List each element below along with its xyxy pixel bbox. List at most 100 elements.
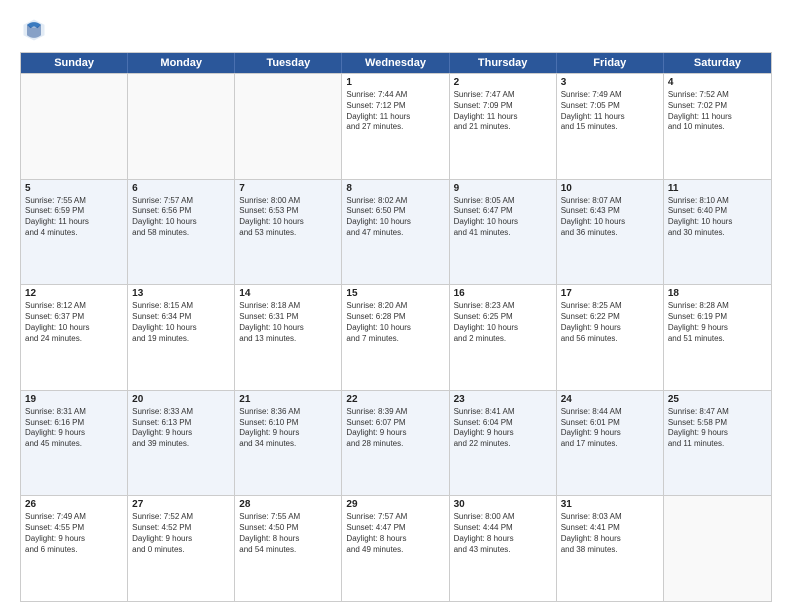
cell-info-text: Sunrise: 7:52 AM Sunset: 7:02 PM Dayligh… <box>668 90 767 133</box>
cell-info-text: Sunrise: 8:33 AM Sunset: 6:13 PM Dayligh… <box>132 407 230 450</box>
cell-date-number: 10 <box>561 183 659 194</box>
cell-info-text: Sunrise: 7:57 AM Sunset: 6:56 PM Dayligh… <box>132 196 230 239</box>
header-day-friday: Friday <box>557 53 664 73</box>
cell-date-number: 23 <box>454 394 552 405</box>
cell-date-number: 15 <box>346 288 444 299</box>
cell-date-number: 19 <box>25 394 123 405</box>
day-cell-23: 23 Sunrise: 8:41 AM Sunset: 6:04 PM Dayli… <box>450 391 557 496</box>
cell-info-text: Sunrise: 8:28 AM Sunset: 6:19 PM Dayligh… <box>668 301 767 344</box>
day-cell-26: 26 Sunrise: 7:49 AM Sunset: 4:55 PM Dayli… <box>21 496 128 601</box>
day-cell-14: 14 Sunrise: 8:18 AM Sunset: 6:31 PM Dayli… <box>235 285 342 390</box>
cell-date-number: 12 <box>25 288 123 299</box>
cell-date-number: 5 <box>25 183 123 194</box>
header <box>20 16 772 44</box>
cell-info-text: Sunrise: 8:07 AM Sunset: 6:43 PM Dayligh… <box>561 196 659 239</box>
day-cell-20: 20 Sunrise: 8:33 AM Sunset: 6:13 PM Dayli… <box>128 391 235 496</box>
day-cell-18: 18 Sunrise: 8:28 AM Sunset: 6:19 PM Dayli… <box>664 285 771 390</box>
day-cell-empty <box>128 74 235 179</box>
cell-info-text: Sunrise: 8:47 AM Sunset: 5:58 PM Dayligh… <box>668 407 767 450</box>
cell-info-text: Sunrise: 8:31 AM Sunset: 6:16 PM Dayligh… <box>25 407 123 450</box>
header-day-saturday: Saturday <box>664 53 771 73</box>
cell-date-number: 11 <box>668 183 767 194</box>
header-day-thursday: Thursday <box>450 53 557 73</box>
day-cell-28: 28 Sunrise: 7:55 AM Sunset: 4:50 PM Dayli… <box>235 496 342 601</box>
cell-date-number: 14 <box>239 288 337 299</box>
day-cell-6: 6 Sunrise: 7:57 AM Sunset: 6:56 PM Daylig… <box>128 180 235 285</box>
cell-date-number: 24 <box>561 394 659 405</box>
day-cell-7: 7 Sunrise: 8:00 AM Sunset: 6:53 PM Daylig… <box>235 180 342 285</box>
cell-info-text: Sunrise: 8:00 AM Sunset: 4:44 PM Dayligh… <box>454 512 552 555</box>
calendar: SundayMondayTuesdayWednesdayThursdayFrid… <box>20 52 772 602</box>
calendar-header: SundayMondayTuesdayWednesdayThursdayFrid… <box>21 53 771 73</box>
cell-info-text: Sunrise: 7:57 AM Sunset: 4:47 PM Dayligh… <box>346 512 444 555</box>
header-day-sunday: Sunday <box>21 53 128 73</box>
cell-info-text: Sunrise: 8:36 AM Sunset: 6:10 PM Dayligh… <box>239 407 337 450</box>
cell-info-text: Sunrise: 7:55 AM Sunset: 4:50 PM Dayligh… <box>239 512 337 555</box>
day-cell-empty <box>664 496 771 601</box>
cell-info-text: Sunrise: 7:47 AM Sunset: 7:09 PM Dayligh… <box>454 90 552 133</box>
cell-date-number: 26 <box>25 499 123 510</box>
cell-info-text: Sunrise: 8:15 AM Sunset: 6:34 PM Dayligh… <box>132 301 230 344</box>
logo <box>20 16 52 44</box>
cell-date-number: 8 <box>346 183 444 194</box>
logo-icon <box>20 16 48 44</box>
cell-info-text: Sunrise: 8:41 AM Sunset: 6:04 PM Dayligh… <box>454 407 552 450</box>
page: SundayMondayTuesdayWednesdayThursdayFrid… <box>0 0 792 612</box>
cell-info-text: Sunrise: 8:10 AM Sunset: 6:40 PM Dayligh… <box>668 196 767 239</box>
cell-date-number: 18 <box>668 288 767 299</box>
cell-info-text: Sunrise: 8:03 AM Sunset: 4:41 PM Dayligh… <box>561 512 659 555</box>
day-cell-2: 2 Sunrise: 7:47 AM Sunset: 7:09 PM Daylig… <box>450 74 557 179</box>
day-cell-12: 12 Sunrise: 8:12 AM Sunset: 6:37 PM Dayli… <box>21 285 128 390</box>
cell-date-number: 30 <box>454 499 552 510</box>
cell-info-text: Sunrise: 8:39 AM Sunset: 6:07 PM Dayligh… <box>346 407 444 450</box>
cell-info-text: Sunrise: 7:52 AM Sunset: 4:52 PM Dayligh… <box>132 512 230 555</box>
cell-info-text: Sunrise: 8:00 AM Sunset: 6:53 PM Dayligh… <box>239 196 337 239</box>
week-row-5: 26 Sunrise: 7:49 AM Sunset: 4:55 PM Dayli… <box>21 495 771 601</box>
cell-date-number: 27 <box>132 499 230 510</box>
cell-info-text: Sunrise: 8:12 AM Sunset: 6:37 PM Dayligh… <box>25 301 123 344</box>
day-cell-10: 10 Sunrise: 8:07 AM Sunset: 6:43 PM Dayli… <box>557 180 664 285</box>
cell-info-text: Sunrise: 8:25 AM Sunset: 6:22 PM Dayligh… <box>561 301 659 344</box>
header-day-tuesday: Tuesday <box>235 53 342 73</box>
cell-date-number: 6 <box>132 183 230 194</box>
day-cell-1: 1Sunrise: 7:44 AM Sunset: 7:12 PM Daylig… <box>342 74 449 179</box>
cell-date-number: 3 <box>561 77 659 88</box>
day-cell-15: 15 Sunrise: 8:20 AM Sunset: 6:28 PM Dayli… <box>342 285 449 390</box>
day-cell-22: 22 Sunrise: 8:39 AM Sunset: 6:07 PM Dayli… <box>342 391 449 496</box>
cell-date-number: 17 <box>561 288 659 299</box>
cell-date-number: 28 <box>239 499 337 510</box>
cell-info-text: Sunrise: 8:23 AM Sunset: 6:25 PM Dayligh… <box>454 301 552 344</box>
day-cell-11: 11 Sunrise: 8:10 AM Sunset: 6:40 PM Dayli… <box>664 180 771 285</box>
day-cell-13: 13Sunrise: 8:15 AM Sunset: 6:34 PM Dayli… <box>128 285 235 390</box>
day-cell-24: 24 Sunrise: 8:44 AM Sunset: 6:01 PM Dayli… <box>557 391 664 496</box>
cell-date-number: 4 <box>668 77 767 88</box>
week-row-4: 19 Sunrise: 8:31 AM Sunset: 6:16 PM Dayli… <box>21 390 771 496</box>
header-day-wednesday: Wednesday <box>342 53 449 73</box>
day-cell-3: 3Sunrise: 7:49 AM Sunset: 7:05 PM Daylig… <box>557 74 664 179</box>
day-cell-21: 21 Sunrise: 8:36 AM Sunset: 6:10 PM Dayli… <box>235 391 342 496</box>
cell-info-text: Sunrise: 8:44 AM Sunset: 6:01 PM Dayligh… <box>561 407 659 450</box>
cell-date-number: 22 <box>346 394 444 405</box>
cell-date-number: 2 <box>454 77 552 88</box>
cell-date-number: 21 <box>239 394 337 405</box>
cell-info-text: Sunrise: 8:20 AM Sunset: 6:28 PM Dayligh… <box>346 301 444 344</box>
day-cell-30: 30 Sunrise: 8:00 AM Sunset: 4:44 PM Dayli… <box>450 496 557 601</box>
cell-info-text: Sunrise: 7:55 AM Sunset: 6:59 PM Dayligh… <box>25 196 123 239</box>
cell-date-number: 25 <box>668 394 767 405</box>
cell-info-text: Sunrise: 7:49 AM Sunset: 4:55 PM Dayligh… <box>25 512 123 555</box>
header-day-monday: Monday <box>128 53 235 73</box>
day-cell-8: 8 Sunrise: 8:02 AM Sunset: 6:50 PM Daylig… <box>342 180 449 285</box>
cell-date-number: 7 <box>239 183 337 194</box>
week-row-2: 5 Sunrise: 7:55 AM Sunset: 6:59 PM Daylig… <box>21 179 771 285</box>
cell-date-number: 20 <box>132 394 230 405</box>
cell-date-number: 31 <box>561 499 659 510</box>
week-row-1: 1Sunrise: 7:44 AM Sunset: 7:12 PM Daylig… <box>21 73 771 179</box>
day-cell-9: 9Sunrise: 8:05 AM Sunset: 6:47 PM Daylig… <box>450 180 557 285</box>
cell-date-number: 1 <box>346 77 444 88</box>
cell-date-number: 9 <box>454 183 552 194</box>
cell-info-text: Sunrise: 8:18 AM Sunset: 6:31 PM Dayligh… <box>239 301 337 344</box>
day-cell-5: 5 Sunrise: 7:55 AM Sunset: 6:59 PM Daylig… <box>21 180 128 285</box>
cell-info-text: Sunrise: 8:02 AM Sunset: 6:50 PM Dayligh… <box>346 196 444 239</box>
day-cell-4: 4 Sunrise: 7:52 AM Sunset: 7:02 PM Daylig… <box>664 74 771 179</box>
day-cell-empty <box>235 74 342 179</box>
